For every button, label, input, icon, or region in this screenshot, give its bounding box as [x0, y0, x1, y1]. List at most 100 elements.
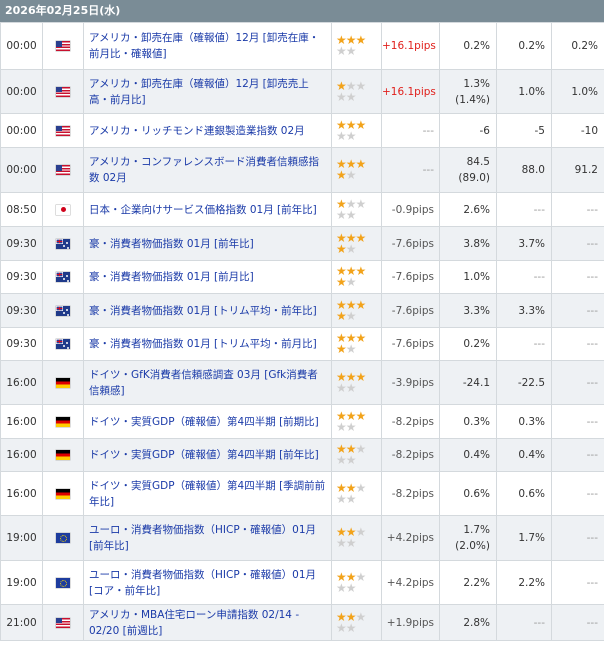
importance-stars: ★★★ ★★ — [331, 22, 382, 70]
star-empty-icon: ★ — [355, 525, 367, 539]
forecast-value: 88.0 — [496, 147, 552, 193]
result-value: 3.8% — [439, 226, 497, 261]
table-row: 00:00 アメリカ・卸売在庫（確報値）12月 [卸売売上高・前月比] ★★★ ★★ +… — [0, 69, 604, 114]
pips-change: +16.1pips — [381, 22, 440, 70]
flag-cell — [42, 226, 84, 261]
japan-flag-icon — [56, 204, 70, 215]
event-name-link[interactable]: 豪・消費者物価指数 01月 [トリム平均・前月比] — [83, 327, 332, 361]
star-filled-icon: ★ — [336, 342, 347, 356]
forecast-value: 0.4% — [496, 438, 552, 472]
star-empty-icon: ★ — [355, 196, 367, 211]
star-filled-icon: ★ — [355, 264, 367, 278]
event-time: 00:00 — [0, 147, 43, 193]
event-name-link[interactable]: ドイツ・実質GDP（確報値）第4四半期 [前期比] — [83, 404, 332, 439]
result-value: 1.7% (2.0%) — [439, 515, 497, 561]
event-name-link[interactable]: ユーロ・消費者物価指数（HICP・確報値）01月 [前年比] — [83, 515, 332, 561]
star-row: ★★ — [336, 241, 377, 256]
result-main: 1.0% — [463, 271, 490, 283]
result-value: 2.8% — [439, 604, 497, 641]
event-name-link[interactable]: アメリカ・卸売在庫（確報値）12月 [卸売売上高・前月比] — [83, 69, 332, 114]
forecast-value: 0.6% — [496, 471, 552, 516]
forecast-value: --- — [496, 604, 552, 641]
flag-cell — [42, 438, 84, 472]
event-name-link[interactable]: 豪・消費者物価指数 01月 [前月比] — [83, 260, 332, 294]
previous-value: 1.0% — [551, 69, 604, 114]
previous-value: -10 — [551, 113, 604, 148]
event-time: 16:00 — [0, 438, 43, 472]
importance-stars: ★★★ ★★ — [331, 327, 382, 361]
table-row: 09:30 豪・消費者物価指数 01月 [前年比] ★★★ ★★ -7.6pips 3.8… — [0, 226, 604, 261]
importance-stars: ★★★ ★★ — [331, 404, 382, 439]
result-value: 0.6% — [439, 471, 497, 516]
importance-stars: ★★★ ★★ — [331, 147, 382, 193]
star-row: ★★ — [336, 308, 377, 323]
event-name-link[interactable]: ドイツ・実質GDP（確報値）第4四半期 [季調前前年比] — [83, 471, 332, 516]
table-row: 08:50 日本・企業向けサービス価格指数 01月 [前年比] ★★★ ★★ -0.9p… — [0, 192, 604, 227]
previous-value: 91.2 — [551, 147, 604, 193]
australia-flag-icon — [56, 339, 70, 349]
star-row: ★★ — [336, 536, 377, 550]
previous-value: --- — [551, 192, 604, 227]
importance-stars: ★★★ ★★ — [331, 471, 382, 516]
previous-value: --- — [551, 327, 604, 361]
importance-stars: ★★★ ★★ — [331, 604, 382, 641]
star-empty-icon: ★ — [345, 241, 357, 256]
pips-change: +16.1pips — [381, 69, 440, 114]
event-name-link[interactable]: アメリカ・リッチモンド連銀製造業指数 02月 — [83, 113, 332, 148]
star-row: ★★ — [336, 453, 377, 467]
star-row: ★★ — [336, 582, 377, 594]
event-name-link[interactable]: ユーロ・消費者物価指数（HICP・確報値）01月 [コア・前年比] — [83, 560, 332, 605]
result-main: 3.3% — [463, 304, 490, 317]
previous-value: --- — [551, 293, 604, 328]
event-time: 16:00 — [0, 404, 43, 439]
event-name-link[interactable]: アメリカ・卸売在庫（確報値）12月 [卸売在庫・前月比・確報値] — [83, 22, 332, 70]
result-main: 3.8% — [463, 237, 490, 250]
result-revised: (89.0) — [458, 172, 490, 184]
flag-cell — [42, 604, 84, 641]
importance-stars: ★★★ ★★ — [331, 226, 382, 261]
flag-cell — [42, 471, 84, 516]
result-value: -24.1 — [439, 360, 497, 405]
flag-cell — [42, 560, 84, 605]
flag-cell — [42, 192, 84, 227]
forecast-value: 0.2% — [496, 22, 552, 70]
result-main: -24.1 — [462, 376, 490, 389]
event-name-link[interactable]: アメリカ・コンファレンスボード消費者信頼感指数 02月 — [83, 147, 332, 193]
event-time: 19:00 — [0, 560, 43, 605]
star-empty-icon: ★ — [336, 491, 347, 506]
star-empty-icon: ★ — [345, 275, 357, 289]
germany-flag-icon — [56, 450, 70, 460]
previous-value: --- — [551, 226, 604, 261]
star-empty-icon: ★ — [355, 480, 367, 495]
star-empty-icon: ★ — [336, 380, 347, 395]
star-empty-icon: ★ — [345, 308, 357, 323]
event-name-link[interactable]: ドイツ・GfK消費者信頼感調査 03月 [Gfk消費者信頼感] — [83, 360, 332, 405]
flag-cell — [42, 293, 84, 328]
event-name-link[interactable]: 日本・企業向けサービス価格指数 01月 [前年比] — [83, 192, 332, 227]
star-empty-icon: ★ — [336, 453, 347, 467]
previous-value: --- — [551, 560, 604, 605]
event-name-link[interactable]: 豪・消費者物価指数 01月 [トリム平均・前年比] — [83, 293, 332, 328]
star-empty-icon: ★ — [345, 168, 357, 182]
previous-value: --- — [551, 604, 604, 641]
result-main: 2.8% — [463, 616, 490, 629]
star-empty-icon: ★ — [345, 89, 357, 104]
event-time: 19:00 — [0, 515, 43, 561]
table-row: 16:00 ドイツ・GfK消費者信頼感調査 03月 [Gfk消費者信頼感] ★★★ ★… — [0, 360, 604, 405]
table-row: 00:00 アメリカ・コンファレンスボード消費者信頼感指数 02月 ★★★ ★★ ---… — [0, 147, 604, 193]
star-empty-icon: ★ — [345, 44, 357, 58]
forecast-value: --- — [496, 192, 552, 227]
star-empty-icon: ★ — [336, 536, 347, 550]
event-name-link[interactable]: 豪・消費者物価指数 01月 [前年比] — [83, 226, 332, 261]
pips-change: -7.6pips — [381, 226, 440, 261]
star-row: ★★ — [336, 380, 377, 395]
result-main: -6 — [479, 124, 490, 137]
star-row: ★★ — [336, 168, 377, 182]
star-empty-icon: ★ — [355, 609, 367, 624]
forecast-value: --- — [496, 327, 552, 361]
star-empty-icon: ★ — [345, 207, 357, 222]
table-row: 00:00 アメリカ・卸売在庫（確報値）12月 [卸売在庫・前月比・確報値] ★★★… — [0, 22, 604, 70]
event-name-link[interactable]: ドイツ・実質GDP（確報値）第4四半期 [前年比] — [83, 438, 332, 472]
event-name-link[interactable]: アメリカ・MBA住宅ローン申請指数 02/14 - 02/20 [前週比] — [83, 604, 332, 641]
star-empty-icon: ★ — [345, 453, 357, 467]
